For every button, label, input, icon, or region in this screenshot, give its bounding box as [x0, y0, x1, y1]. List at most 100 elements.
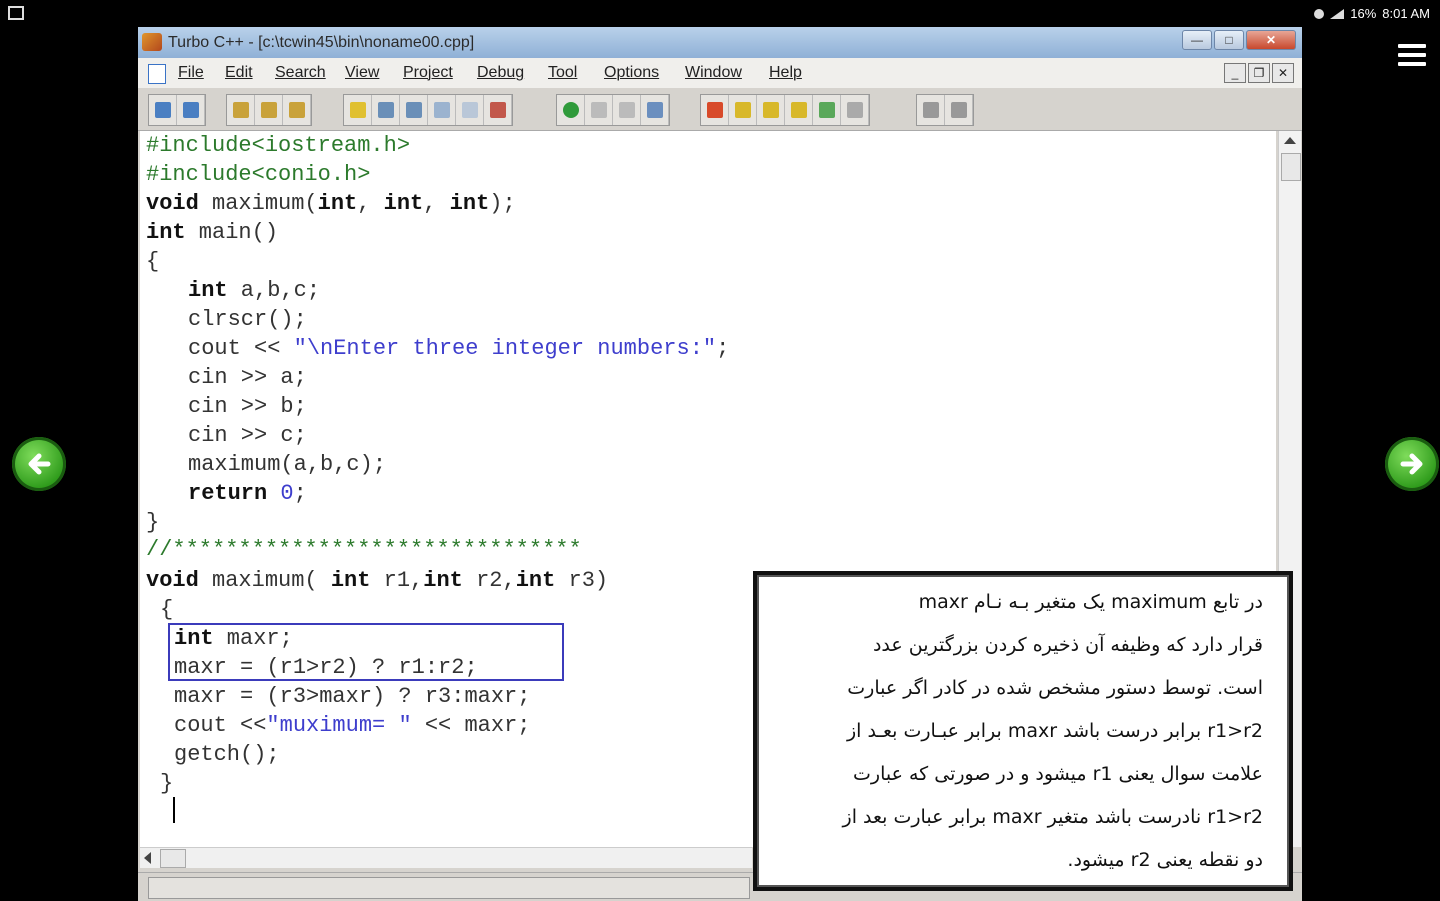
search-again-icon[interactable] [757, 95, 785, 125]
signal-icon [1330, 8, 1345, 19]
window-titlebar[interactable]: Turbo C++ - [c:\tcwin45\bin\noname00.cpp… [138, 27, 1302, 58]
evaluate-icon[interactable] [841, 95, 869, 125]
trace-into-icon[interactable] [456, 95, 484, 125]
code-line: maximum(a,b,c); [188, 452, 387, 477]
toolbar-group-build [343, 94, 513, 126]
clock: 8:01 AM [1382, 6, 1430, 21]
undo-icon[interactable] [557, 95, 585, 125]
document-icon[interactable] [148, 64, 166, 84]
save-file-icon[interactable] [283, 95, 311, 125]
child-minimize-button[interactable]: _ [1224, 63, 1246, 83]
explanation-line: در تابع maximum یک متغیر بـه نـام maxr [918, 591, 1263, 613]
next-page-button[interactable] [1385, 437, 1439, 491]
scroll-up-icon[interactable] [1284, 137, 1296, 144]
battery-level: 16% [1350, 6, 1377, 21]
copy-icon[interactable] [613, 95, 641, 125]
horizontal-scroll-thumb[interactable] [160, 849, 186, 868]
toolbar-group-undo [556, 94, 670, 126]
device-status-bar: 16% 8:01 AM [0, 0, 1440, 30]
horizontal-scrollbar[interactable] [140, 847, 752, 868]
code-line: maxr = (r3>maxr) ? r3:maxr; [174, 684, 531, 709]
explanation-line: است. توسط دستور مشخص شده در کادر اگر عبا… [847, 677, 1263, 699]
new-file-icon[interactable] [227, 95, 255, 125]
breakpoint-icon[interactable] [701, 95, 729, 125]
code-line: cin >> a; [188, 365, 307, 390]
paste-icon[interactable] [641, 95, 669, 125]
menu-tool[interactable]: Tool [548, 64, 577, 82]
code-line: return 0; [188, 481, 307, 506]
code-line: cout << "\nEnter three integer numbers:"… [188, 336, 730, 361]
open-project-icon[interactable] [149, 95, 177, 125]
menu-search[interactable]: Search [275, 64, 326, 82]
step-over-icon[interactable] [428, 95, 456, 125]
code-line: clrscr(); [188, 307, 307, 332]
open-file-icon[interactable] [255, 95, 283, 125]
code-line: cin >> c; [188, 423, 307, 448]
replace-icon[interactable] [785, 95, 813, 125]
code-line: } [160, 771, 174, 796]
menu-edit[interactable]: Edit [225, 64, 253, 82]
code-line: cin >> b; [188, 394, 307, 419]
menu-project[interactable]: Project [403, 64, 453, 82]
arrow-right-icon [1400, 453, 1423, 475]
project-window-icon[interactable] [945, 95, 973, 125]
scroll-left-icon[interactable] [144, 852, 151, 864]
code-line: int a,b,c; [188, 278, 321, 303]
code-line: { [146, 249, 160, 274]
cut-icon[interactable] [585, 95, 613, 125]
code-line: } [146, 510, 160, 535]
explanation-line: قرار دارد که وظیفه آن ذخیره کردن بزرگتری… [872, 634, 1263, 656]
explanation-line: r1>r2 برابر درست باشد maxr برابر عبـارت … [846, 720, 1263, 742]
menu-bar: File Edit Search View Project Debug Tool… [138, 58, 1302, 88]
code-line: void maximum(int, int, int); [146, 191, 516, 216]
compile-icon[interactable] [344, 95, 372, 125]
code-line: getch(); [174, 742, 280, 767]
status-cell [148, 877, 750, 899]
close-button[interactable]: ✕ [1246, 30, 1296, 50]
notification-icon [1314, 8, 1325, 19]
scroll-thumb[interactable] [1281, 153, 1301, 181]
toolbar-group-debug [700, 94, 870, 126]
child-restore-button[interactable]: ❐ [1248, 63, 1270, 83]
run-icon[interactable] [400, 95, 428, 125]
explanation-line: علامت سوال یعنی r1 میشود و در صورتی که ع… [853, 763, 1263, 785]
maximize-button[interactable]: □ [1214, 30, 1244, 50]
explanation-box: در تابع maximum یک متغیر بـه نـام maxr ق… [753, 571, 1293, 891]
toolbar-group-file [148, 94, 206, 126]
inspect-icon[interactable] [813, 95, 841, 125]
make-icon[interactable] [372, 95, 400, 125]
toolbar-group-view [916, 94, 974, 126]
status-icons: 16% 8:01 AM [1314, 6, 1430, 21]
gallery-icon [8, 6, 24, 20]
menu-debug[interactable]: Debug [477, 64, 524, 82]
explanation-line: r1>r2 نادرست باشد متغیر maxr برابر عبارت… [842, 806, 1263, 828]
code-line: //******************************* [146, 537, 582, 562]
message-window-icon[interactable] [917, 95, 945, 125]
text-cursor [173, 797, 175, 823]
menu-view[interactable]: View [345, 64, 379, 82]
go-to-cursor-icon[interactable] [484, 95, 512, 125]
window-title: Turbo C++ - [c:\tcwin45\bin\noname00.cpp… [168, 34, 475, 51]
menu-hamburger-icon[interactable] [1398, 44, 1426, 66]
code-line: { [160, 597, 174, 622]
minimize-button[interactable]: — [1182, 30, 1212, 50]
menu-help[interactable]: Help [769, 64, 802, 82]
toolbar [138, 88, 1302, 131]
menu-window[interactable]: Window [685, 64, 742, 82]
code-line: int main() [146, 220, 279, 245]
find-icon[interactable] [729, 95, 757, 125]
code-line: void maximum( int r1,int r2,int r3) [146, 568, 609, 593]
menu-file[interactable]: File [178, 64, 204, 82]
code-line: #include<conio.h> [146, 162, 371, 187]
save-project-icon[interactable] [177, 95, 205, 125]
child-close-button[interactable]: ✕ [1272, 63, 1294, 83]
previous-page-button[interactable] [12, 437, 66, 491]
menu-options[interactable]: Options [604, 64, 659, 82]
explanation-line: دو نقطه یعنی r2 میشود. [1067, 849, 1263, 871]
toolbar-group-edit [226, 94, 312, 126]
code-line: #include<iostream.h> [146, 133, 411, 158]
code-line: cout <<"muximum= " << maxr; [174, 713, 531, 738]
highlight-box [168, 623, 564, 681]
turbo-cpp-app-icon [142, 33, 162, 51]
arrow-left-icon [28, 453, 51, 475]
